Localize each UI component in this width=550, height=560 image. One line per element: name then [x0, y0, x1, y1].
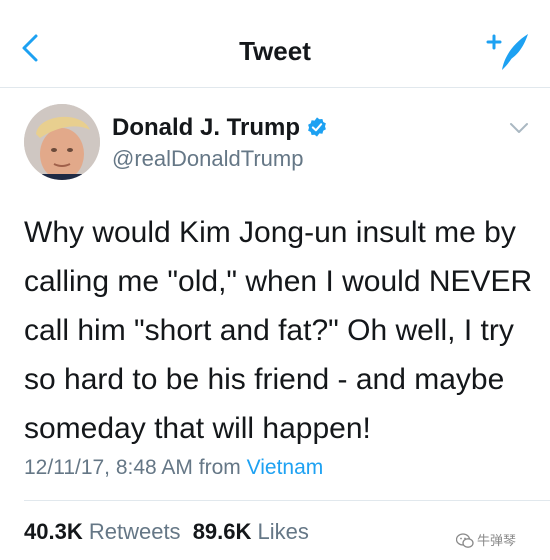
tweet-text: Why would Kim Jong-un insult me by calli…: [24, 208, 534, 453]
compose-tweet-icon[interactable]: [486, 32, 530, 72]
likes-stat[interactable]: 89.6K Likes: [193, 519, 309, 544]
avatar-image: [24, 104, 100, 180]
top-bar: Tweet: [0, 0, 550, 88]
avatar[interactable]: [24, 104, 100, 180]
likes-count: 89.6K: [192, 519, 252, 544]
retweets-label: Retweets: [88, 519, 181, 544]
likes-label: Likes: [257, 519, 309, 544]
tweet-text-line: Why would Kim Jong-un insult me by: [24, 216, 516, 249]
retweets-stat[interactable]: 40.3K Retweets: [24, 519, 181, 544]
tweet-text-line: someday that will happen!: [24, 412, 371, 445]
watermark-text: 牛弹琴: [477, 533, 517, 548]
tweet-text-line: call him "short and fat?" Oh well, I try: [24, 314, 514, 347]
page-title: Tweet: [239, 36, 311, 66]
author-name[interactable]: Donald J. Trump: [112, 114, 328, 142]
tweet-timestamp: 12/11/17, 8:48 AM from: [24, 456, 241, 479]
author-name-text: Donald J. Trump: [112, 114, 301, 141]
tweet-text-line: calling me "old," when I would NEVER: [24, 265, 533, 298]
watermark: 牛弹琴: [455, 530, 517, 549]
chevron-down-icon[interactable]: [508, 120, 530, 136]
tweet-meta: 12/11/17, 8:48 AM from Vietnam: [24, 456, 323, 480]
tweet-text-line: so hard to be his friend - and maybe: [24, 363, 505, 396]
divider: [24, 500, 550, 501]
retweets-count: 40.3K: [24, 519, 83, 544]
author-handle[interactable]: @realDonaldTrump: [112, 146, 303, 172]
tweet-stats: 40.3K Retweets 89.6K Likes: [24, 519, 315, 545]
wechat-icon: [455, 533, 474, 548]
tweet-location-link[interactable]: Vietnam: [247, 456, 324, 479]
verified-badge-icon: [308, 117, 326, 137]
